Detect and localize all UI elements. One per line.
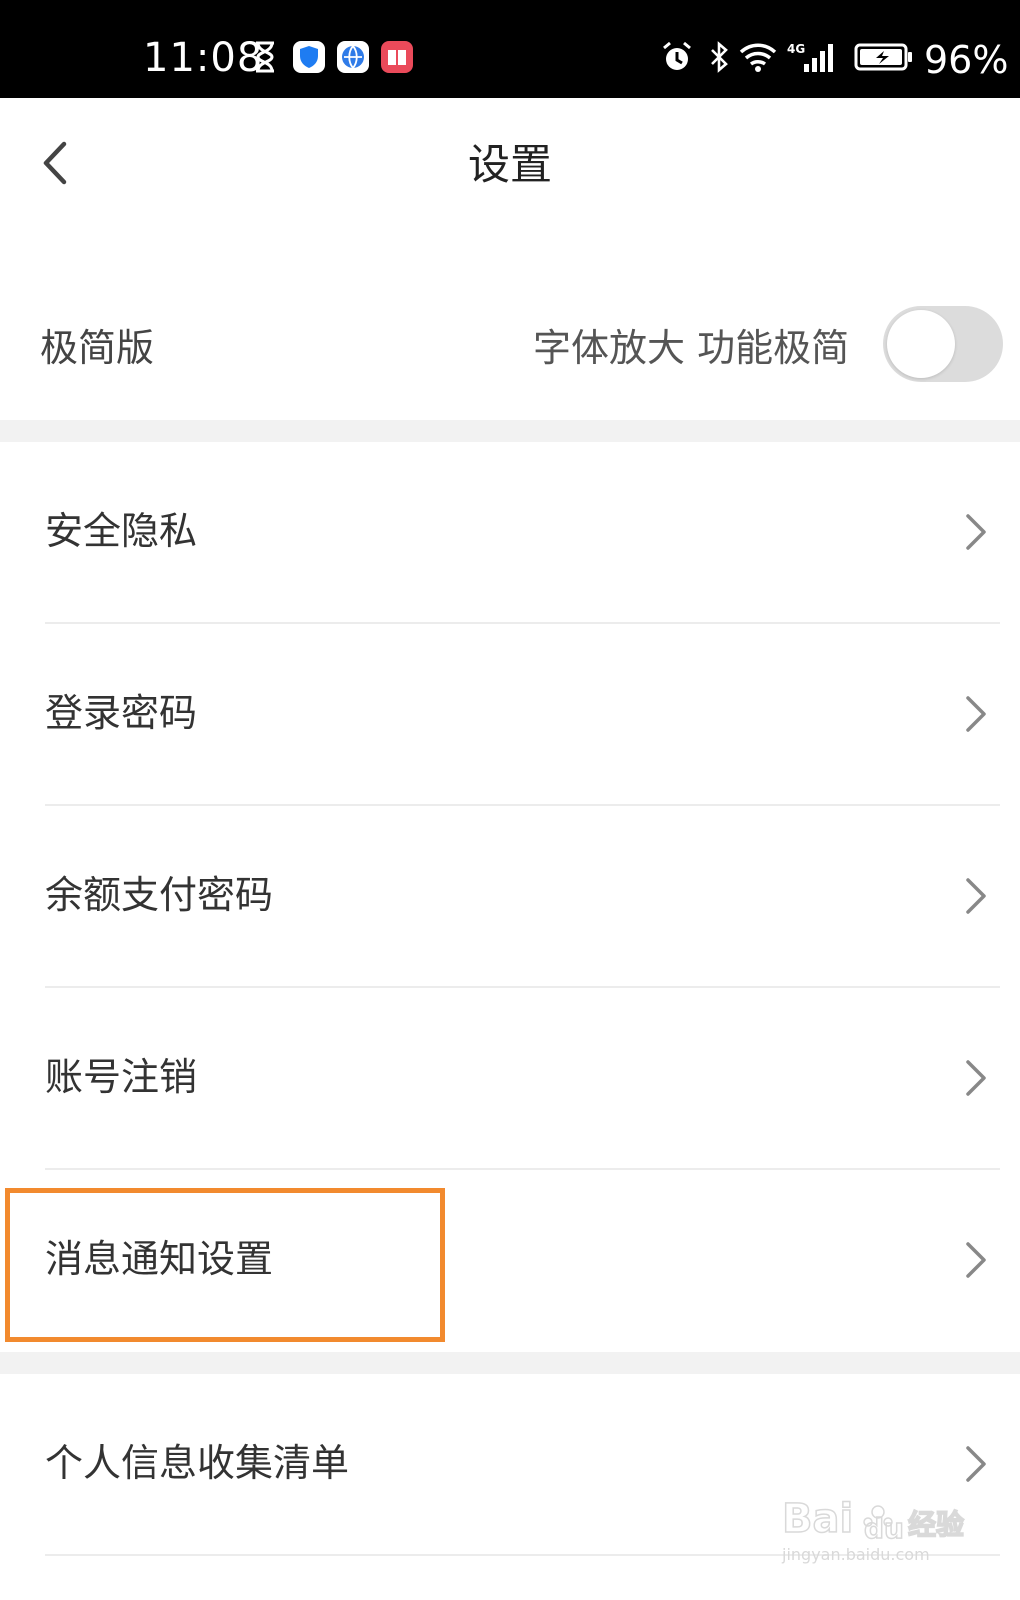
watermark-logo: Bai du 经验 jingyan.baidu.com <box>781 1495 965 1564</box>
status-time: 11:08 <box>143 35 264 81</box>
chevron-right-icon <box>966 1242 986 1278</box>
svg-text:4G: 4G <box>787 42 805 56</box>
chevron-right-icon <box>966 1446 986 1482</box>
hourglass-icon <box>256 41 274 73</box>
battery-percent: 96% <box>924 38 1009 82</box>
book-app-icon <box>381 41 413 73</box>
list-item-label: 账号注销 <box>45 1055 198 1099</box>
section-gap <box>0 420 1020 442</box>
simple-mode-toggle[interactable] <box>883 306 1003 382</box>
toggle-knob <box>887 310 955 378</box>
list-item-label: 登录密码 <box>45 691 198 735</box>
list-item-label: 余额支付密码 <box>45 873 274 917</box>
wifi-icon <box>739 43 777 72</box>
list-item-security-privacy[interactable]: 安全隐私 <box>0 442 1020 624</box>
simple-mode-label: 极简版 <box>40 326 155 370</box>
battery-charging-icon <box>854 43 912 71</box>
chevron-right-icon <box>966 878 986 914</box>
list-item-label: 个人信息收集清单 <box>45 1441 350 1485</box>
list-item-label: 安全隐私 <box>45 509 198 553</box>
chevron-right-icon <box>966 514 986 550</box>
svg-text:经验: 经验 <box>908 1508 964 1541</box>
alarm-icon <box>663 41 691 70</box>
svg-text:jingyan.baidu.com: jingyan.baidu.com <box>781 1545 930 1564</box>
list-item-balance-payment-password[interactable]: 余额支付密码 <box>0 806 1020 988</box>
chevron-right-icon <box>966 1060 986 1096</box>
shield-app-icon <box>293 41 325 73</box>
browser-app-icon <box>337 41 369 73</box>
page-title: 设置 <box>467 140 552 189</box>
list-item-login-password[interactable]: 登录密码 <box>0 624 1020 806</box>
chevron-right-icon <box>966 696 986 732</box>
highlight-box <box>5 1188 445 1342</box>
list-item-account-deletion[interactable]: 账号注销 <box>0 988 1020 1170</box>
bluetooth-icon <box>711 41 728 73</box>
4g-signal-icon: 4G <box>787 42 833 72</box>
svg-text:du: du <box>864 1512 904 1545</box>
section-gap <box>0 1352 1020 1374</box>
svg-text:Bai: Bai <box>782 1496 853 1542</box>
simple-mode-description: 字体放大 功能极简 <box>533 326 850 370</box>
